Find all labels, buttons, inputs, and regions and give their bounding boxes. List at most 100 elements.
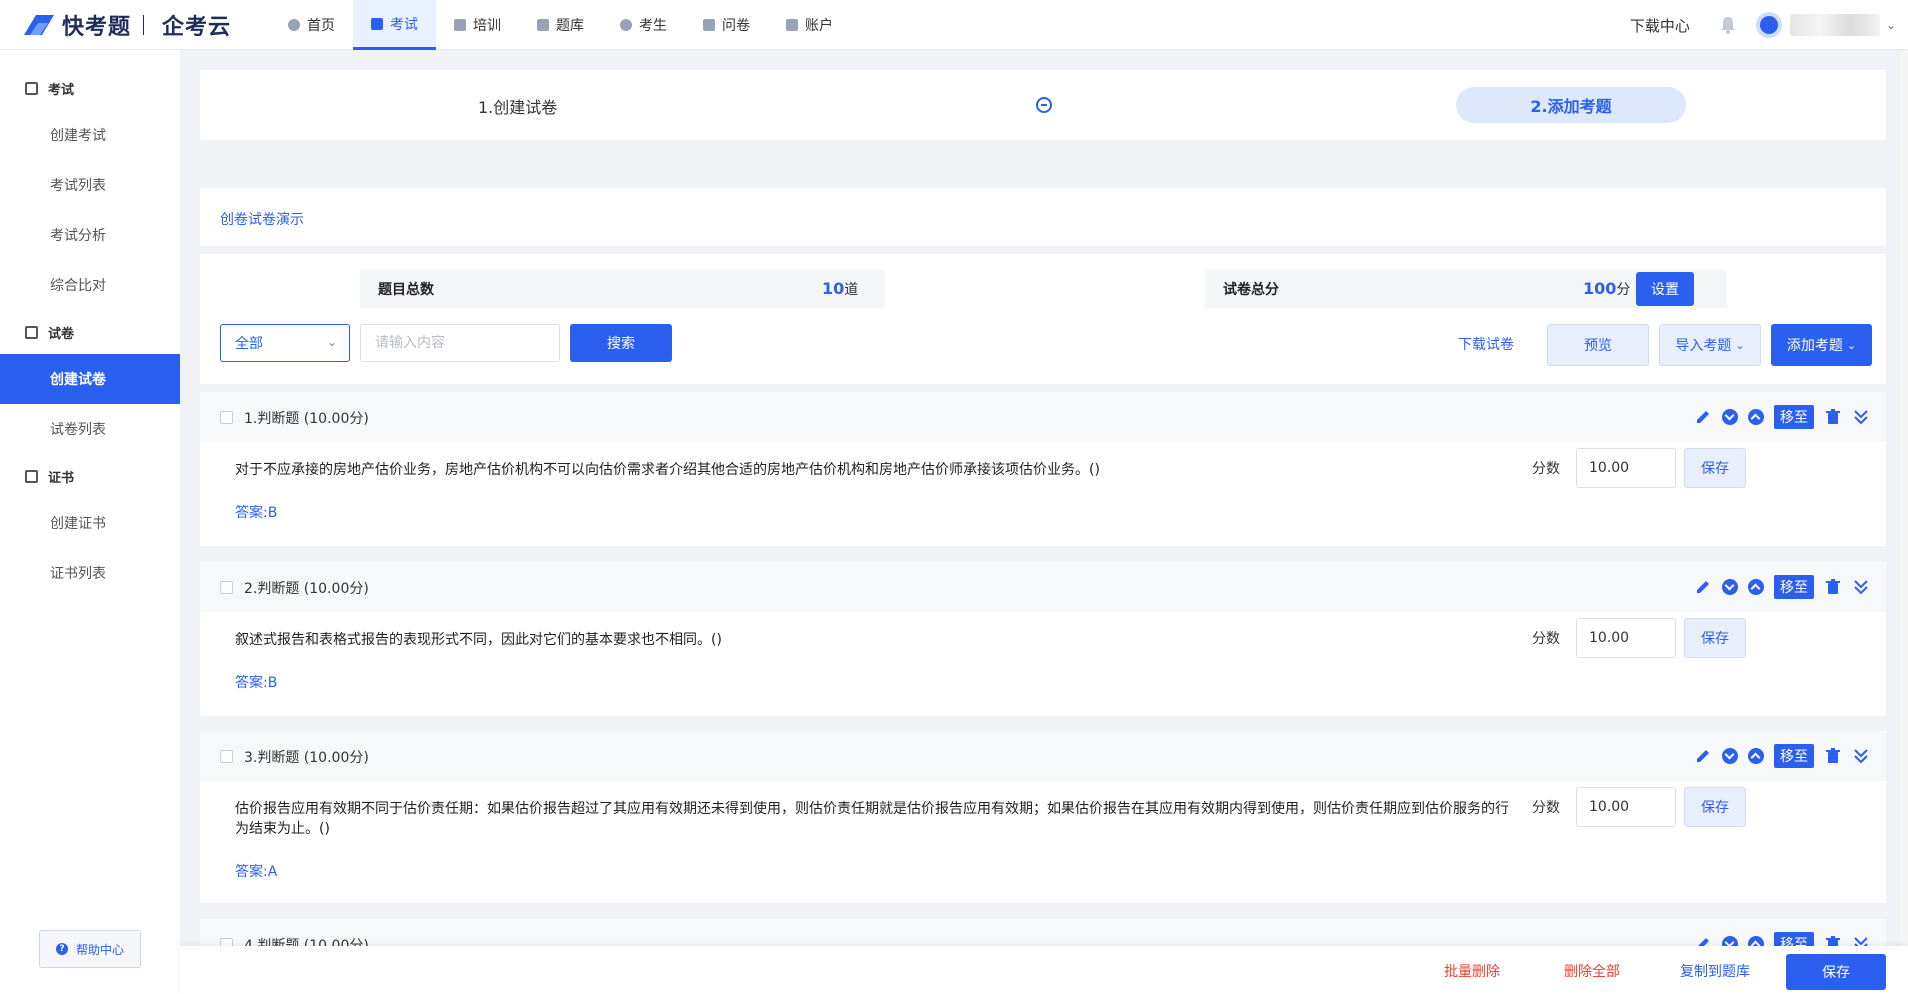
edit-icon[interactable] xyxy=(1694,408,1712,426)
chevron-down-icon: ⌄ xyxy=(326,335,337,349)
nav-survey[interactable]: 问卷 xyxy=(685,0,768,50)
question-icon: ? xyxy=(55,943,68,955)
filter-value: 全部 xyxy=(235,336,263,352)
step-create-paper[interactable]: 1.创建试卷 xyxy=(478,94,557,118)
import-questions-button[interactable]: 导入考题 ⌄ xyxy=(1659,324,1761,366)
question-checkbox[interactable] xyxy=(220,750,233,763)
paper-group-icon xyxy=(25,325,38,339)
sidebar-item-comparison[interactable]: 综合比对 xyxy=(0,260,180,310)
search-button[interactable]: 搜索 xyxy=(570,324,672,362)
header-right: 下载中心 ⌄ xyxy=(1630,0,1908,50)
nav-exam[interactable]: 考试 xyxy=(353,0,436,50)
trash-icon[interactable] xyxy=(1824,408,1842,426)
save-score-button[interactable]: 保存 xyxy=(1684,787,1746,827)
preview-button[interactable]: 预览 xyxy=(1547,324,1649,366)
save-button[interactable]: 保存 xyxy=(1786,954,1886,990)
nav-label: 首页 xyxy=(307,18,335,34)
trash-icon[interactable] xyxy=(1824,747,1842,765)
move-down-icon[interactable] xyxy=(1722,409,1738,425)
sidebar-item-paper-list[interactable]: 试卷列表 xyxy=(0,404,180,454)
chevron-down-icon[interactable]: ⌄ xyxy=(1886,18,1896,32)
nav-label: 账户 xyxy=(805,18,833,34)
step-add-questions[interactable]: 2.添加考题 xyxy=(1456,87,1686,123)
sidebar-item-certificate-list[interactable]: 证书列表 xyxy=(0,548,180,598)
score-input[interactable] xyxy=(1576,448,1676,488)
scrollbar[interactable] xyxy=(1900,50,1908,946)
nav-training[interactable]: 培训 xyxy=(436,0,519,50)
arrow-right-icon xyxy=(1036,97,1052,113)
add-questions-label: 添加考题 xyxy=(1786,338,1843,354)
sidebar-group-exam: 考试 xyxy=(0,66,180,110)
main-nav: 首页 考试 培训 题库 考生 问卷 账户 xyxy=(270,0,851,50)
set-score-button[interactable]: 设置 xyxy=(1636,272,1694,306)
nav-candidates[interactable]: 考生 xyxy=(602,0,685,50)
sidebar-group-label: 考试 xyxy=(48,82,75,98)
sidebar-item-exam-analysis[interactable]: 考试分析 xyxy=(0,210,180,260)
sidebar-group-certificate: 证书 xyxy=(0,454,180,498)
question-card: 2.判断题 (10.00分) 移至 叙述式报告和表格式报告的表现形式不同，因此对… xyxy=(200,562,1886,716)
help-center-label: 帮助中心 xyxy=(75,942,124,957)
move-to-button[interactable]: 移至 xyxy=(1774,744,1814,768)
score-input[interactable] xyxy=(1576,787,1676,827)
nav-label: 问卷 xyxy=(722,18,750,34)
download-center-link[interactable]: 下载中心 xyxy=(1630,15,1690,36)
collapse-icon[interactable] xyxy=(1852,578,1870,596)
nav-home[interactable]: 首页 xyxy=(270,0,353,50)
nav-question-bank[interactable]: 题库 xyxy=(519,0,602,50)
collapse-icon[interactable] xyxy=(1852,747,1870,765)
import-questions-label: 导入考题 xyxy=(1675,338,1732,354)
brand-name-left: 快考题 xyxy=(62,15,132,40)
candidate-icon xyxy=(620,19,632,31)
username-redacted[interactable] xyxy=(1789,14,1880,36)
nav-account[interactable]: 账户 xyxy=(768,0,851,50)
nav-label: 培训 xyxy=(473,18,501,34)
question-count-label: 题目总数 xyxy=(378,282,434,298)
help-center-button[interactable]: ? 帮助中心 xyxy=(39,930,141,968)
edit-icon[interactable] xyxy=(1694,747,1712,765)
delete-all-link[interactable]: 删除全部 xyxy=(1564,961,1620,981)
sidebar-group-paper: 试卷 xyxy=(0,310,180,354)
question-text: 估价报告应用有效期不同于估价责任期：如果估价报告超过了其应用有效期还未得到使用，… xyxy=(235,801,1509,837)
sidebar-item-create-exam[interactable]: 创建考试 xyxy=(0,110,180,160)
trash-icon[interactable] xyxy=(1824,578,1842,596)
copy-to-bank-link[interactable]: 复制到题库 xyxy=(1680,961,1750,981)
move-up-icon[interactable] xyxy=(1748,748,1764,764)
batch-delete-link[interactable]: 批量删除 xyxy=(1444,961,1500,981)
move-down-icon[interactable] xyxy=(1722,579,1738,595)
sidebar-item-create-certificate[interactable]: 创建证书 xyxy=(0,498,180,548)
question-count-unit: 道 xyxy=(844,282,859,298)
move-up-icon[interactable] xyxy=(1748,409,1764,425)
save-score-button[interactable]: 保存 xyxy=(1684,448,1746,488)
total-score-label: 试卷总分 xyxy=(1223,282,1279,298)
total-score-number: 100 xyxy=(1583,279,1617,298)
collapse-icon[interactable] xyxy=(1852,408,1870,426)
sidebar-item-exam-list[interactable]: 考试列表 xyxy=(0,160,180,210)
question-checkbox[interactable] xyxy=(220,581,233,594)
score-input[interactable] xyxy=(1576,618,1676,658)
add-questions-button[interactable]: 添加考题 ⌄ xyxy=(1771,324,1872,366)
move-to-button[interactable]: 移至 xyxy=(1774,405,1814,429)
question-checkbox[interactable] xyxy=(220,411,233,424)
nav-label: 题库 xyxy=(556,18,584,34)
sidebar-item-create-paper[interactable]: 创建试卷 xyxy=(0,354,180,404)
question-bank-icon xyxy=(537,19,549,31)
brand-name-right: 企考云 xyxy=(162,15,232,40)
move-to-button[interactable]: 移至 xyxy=(1774,575,1814,599)
question-tools: 移至 xyxy=(1684,744,1870,768)
score-label: 分数 xyxy=(1532,800,1560,816)
bell-icon[interactable] xyxy=(1720,16,1736,34)
download-paper-link[interactable]: 下载试卷 xyxy=(1458,334,1514,354)
paper-title[interactable]: 创卷试卷演示 xyxy=(220,209,304,229)
question-text: 对于不应承接的房地产估价业务，房地产估价机构不可以向估价需求者介绍其他合适的房地… xyxy=(235,462,1100,478)
avatar[interactable] xyxy=(1755,12,1782,38)
search-input[interactable] xyxy=(360,324,560,362)
move-down-icon[interactable] xyxy=(1722,748,1738,764)
total-score-value: 100分 xyxy=(1583,279,1630,299)
brand-logo[interactable]: 快考题 企考云 xyxy=(22,8,231,42)
question-type-filter[interactable]: 全部 ⌄ xyxy=(220,324,350,362)
save-score-button[interactable]: 保存 xyxy=(1684,618,1746,658)
edit-icon[interactable] xyxy=(1694,578,1712,596)
certificate-group-icon xyxy=(25,469,38,483)
logo-icon xyxy=(24,15,54,35)
move-up-icon[interactable] xyxy=(1748,579,1764,595)
